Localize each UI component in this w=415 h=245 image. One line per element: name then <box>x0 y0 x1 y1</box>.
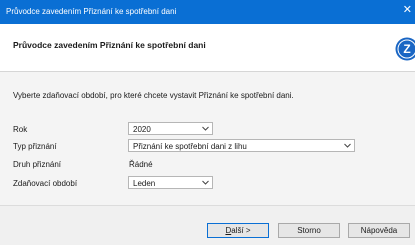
wizard-body: Vyberte zdaňovací období, pro které chce… <box>0 72 415 205</box>
cancel-button[interactable]: Storno <box>278 223 340 238</box>
typ-select[interactable]: Přiznání ke spotřební dani z lihu <box>128 139 355 152</box>
wizard-title: Průvodce zavedením Přiznání ke spotřební… <box>13 40 206 50</box>
obdobi-select[interactable]: Leden <box>128 176 213 189</box>
close-icon[interactable]: ✕ <box>403 4 412 16</box>
typ-value: Přiznání ke spotřební dani z lihu <box>133 142 247 151</box>
chevron-down-icon <box>344 143 351 148</box>
chevron-down-icon <box>202 126 209 131</box>
next-button[interactable]: Další > <box>207 223 269 238</box>
druh-label: Druh přiznání <box>13 160 61 169</box>
next-label: alší > <box>231 226 250 235</box>
druh-value: Řádné <box>129 160 153 169</box>
rok-label: Rok <box>13 125 27 134</box>
wizard-footer: Další > Storno Nápověda <box>0 205 415 245</box>
intro-text: Vyberte zdaňovací období, pro které chce… <box>13 91 294 100</box>
app-logo-icon: Z <box>395 37 415 61</box>
wizard-header: Průvodce zavedením Přiznání ke spotřební… <box>0 24 415 72</box>
window-title: Průvodce zavedením Přiznání ke spotřební… <box>6 7 176 16</box>
chevron-down-icon <box>202 180 209 185</box>
rok-value: 2020 <box>133 125 151 134</box>
logo-letter: Z <box>403 42 410 56</box>
help-button[interactable]: Nápověda <box>348 223 410 238</box>
title-bar: Průvodce zavedením Přiznání ke spotřební… <box>0 0 415 24</box>
rok-select[interactable]: 2020 <box>128 122 213 135</box>
typ-label: Typ přiznání <box>13 142 57 151</box>
obdobi-label: Zdaňovací období <box>13 179 77 188</box>
obdobi-value: Leden <box>133 179 155 188</box>
